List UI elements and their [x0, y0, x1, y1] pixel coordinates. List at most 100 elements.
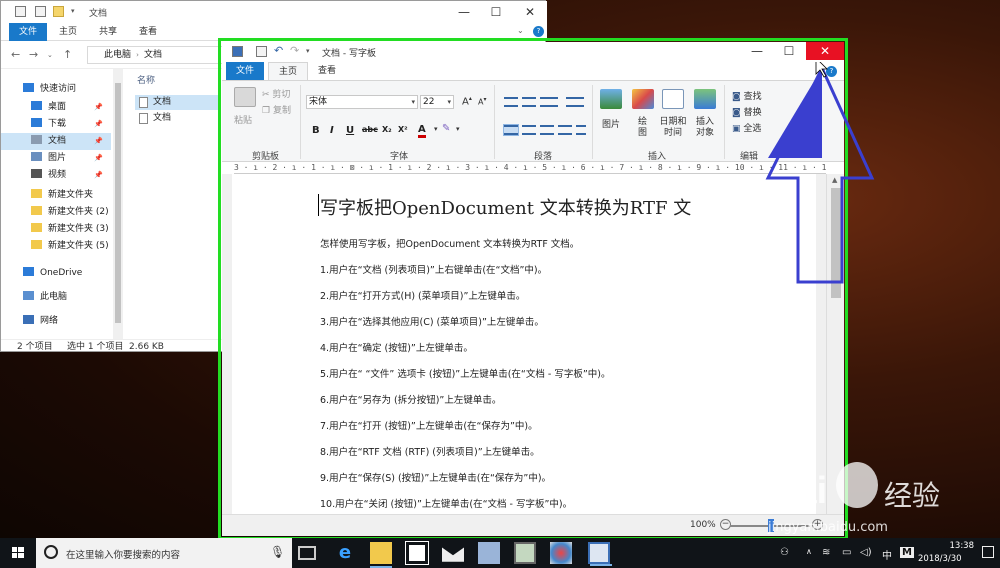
maximize-button[interactable]: ☐	[481, 3, 511, 21]
ime-language[interactable]: 中	[882, 547, 892, 562]
bold-button[interactable]: B	[312, 125, 320, 136]
navigation-pane-scrollbar[interactable]	[113, 69, 123, 339]
line-spacing-icon[interactable]	[566, 97, 584, 107]
align-left-icon[interactable]	[503, 124, 519, 136]
sidebar-item[interactable]: 新建文件夹	[1, 187, 111, 204]
sidebar-item[interactable]: 新建文件夹 (3)	[1, 221, 111, 238]
document-line[interactable]: 7.用户在“打开 (按钮)”上左键单击(在“保存为”中)。	[320, 418, 538, 432]
mail-icon[interactable]	[442, 547, 464, 562]
wifi-icon[interactable]: ≋	[822, 547, 830, 558]
properties-icon[interactable]	[15, 6, 26, 17]
font-family-select[interactable]: 宋体 ▾	[306, 95, 418, 109]
tab-file[interactable]: 文件	[226, 62, 265, 80]
clock-date[interactable]: 2018/3/30	[918, 554, 962, 564]
tab-home[interactable]: 主页	[268, 62, 309, 80]
select-all-button[interactable]: ▣ 全选	[732, 121, 761, 134]
text-color-button[interactable]: A	[418, 125, 426, 138]
cut-button[interactable]: ✂ 剪切	[262, 87, 290, 100]
picture-icon[interactable]	[600, 89, 622, 109]
sidebar-item[interactable]: 桌面 📌	[1, 99, 111, 116]
document-line[interactable]: 9.用户在“保存(S) (按钮)”上左键单击(在“保存为”中)。	[320, 470, 551, 484]
save-icon[interactable]	[256, 46, 267, 57]
breadcrumb-computer[interactable]: 此电脑	[104, 50, 131, 60]
forward-arrow-icon[interactable]: →	[29, 48, 38, 61]
sidebar-item[interactable]: 文档 📌	[1, 133, 111, 150]
sidebar-item[interactable]: 此电脑	[1, 289, 111, 306]
file-list-item[interactable]: 文档	[135, 111, 219, 126]
edge-browser-icon[interactable]: e	[334, 542, 356, 564]
notification-center-icon[interactable]	[982, 546, 994, 558]
tab-view[interactable]: 查看	[129, 23, 167, 41]
sidebar-item[interactable]: 图片 📌	[1, 150, 111, 167]
calendar-clock-icon[interactable]	[662, 89, 684, 109]
help-icon[interactable]: ?	[533, 26, 544, 37]
find-button[interactable]: ◙ 查找	[732, 89, 762, 102]
replace-button[interactable]: ◙ 替换	[732, 105, 762, 118]
tab-view[interactable]: 查看	[308, 62, 346, 80]
sidebar-item[interactable]: 新建文件夹 (5)	[1, 238, 111, 255]
font-size-select[interactable]: 22 ▾	[420, 95, 454, 109]
task-view-icon[interactable]	[298, 546, 316, 560]
justify-icon[interactable]	[558, 125, 572, 135]
ruler[interactable]: 3 · ı · 2 · ı · 1 · ı · ⊠ · ı · 1 · ı · …	[234, 162, 826, 174]
document-line[interactable]: 2.用户在“打开方式(H) (菜单项目)”上左键单击。	[320, 288, 525, 302]
document-line[interactable]: 8.用户在“RTF 文档 (RTF) (列表项目)”上左键单击。	[320, 444, 540, 458]
checkmark-icon[interactable]	[35, 6, 46, 17]
file-explorer-icon[interactable]	[370, 542, 392, 568]
document-line[interactable]: 1.用户在“文档 (列表项目)”上右键单击(在“文档”中)。	[320, 262, 547, 276]
copy-button[interactable]: ❐ 复制	[262, 103, 291, 116]
paste-icon[interactable]	[234, 87, 256, 107]
italic-button[interactable]: I	[330, 125, 334, 136]
insert-datetime-button[interactable]: 日期和时间	[658, 117, 688, 139]
document-title[interactable]: 写字板把OpenDocument 文本转换为RTF 文	[320, 194, 691, 220]
undo-icon[interactable]: ↶	[274, 44, 283, 57]
bullet-list-icon[interactable]	[540, 97, 558, 107]
tab-home[interactable]: 主页	[49, 23, 87, 41]
search-input[interactable]: 在这里输入你要搜索的内容	[66, 547, 180, 561]
sidebar-item[interactable]: 快速访问	[1, 81, 111, 98]
wordpad-app-icon[interactable]	[232, 46, 243, 57]
shrink-font-icon[interactable]: A▾	[478, 96, 487, 107]
subscript-button[interactable]: X₂	[382, 125, 392, 134]
paint-drawing-button[interactable]: 绘图	[638, 117, 650, 139]
sidebar-item[interactable]: 新建文件夹 (2)	[1, 204, 111, 221]
document-line[interactable]: 6.用户在“另存为 (拆分按钮)”上左键单击。	[320, 392, 501, 406]
sidebar-item[interactable]: OneDrive	[1, 265, 111, 282]
increase-indent-icon[interactable]	[522, 97, 536, 107]
network-app-icon[interactable]	[478, 542, 500, 564]
document-line[interactable]: 10.用户在“关闭 (按钮)”上左键单击(在“文档 - 写字板”中)。	[320, 496, 572, 510]
customize-toolbar-icon[interactable]: ▾	[306, 47, 310, 55]
dropdown-arrow-icon[interactable]: ▾	[71, 7, 75, 15]
sidebar-item[interactable]: 视频 📌	[1, 167, 111, 184]
document-line[interactable]: 4.用户在“确定 (按钮)”上左键单击。	[320, 340, 473, 354]
file-list-item[interactable]: 文档	[135, 95, 219, 110]
maximize-button[interactable]: ☐	[774, 42, 804, 60]
insert-picture-button[interactable]: 图片	[602, 117, 620, 130]
ribbon-expand-icon[interactable]: ⌄	[517, 26, 524, 35]
document-line[interactable]: 怎样使用写字板，把OpenDocument 文本转换为RTF 文档。	[320, 236, 579, 250]
show-hidden-icons-icon[interactable]: ∧	[806, 547, 812, 556]
minimize-button[interactable]: —	[449, 3, 479, 21]
sidebar-item[interactable]: 网络	[1, 313, 111, 330]
microphone-icon[interactable]: 🎙	[270, 545, 285, 559]
taskbar-search-box[interactable]: 在这里输入你要搜索的内容 🎙	[36, 538, 292, 568]
strikethrough-button[interactable]: abc	[362, 125, 378, 134]
store-icon[interactable]	[405, 541, 429, 565]
breadcrumb-documents[interactable]: 文档	[144, 50, 162, 60]
align-center-icon[interactable]	[522, 125, 536, 135]
underline-button[interactable]: U	[346, 125, 354, 136]
align-right-icon[interactable]	[540, 125, 554, 135]
dropdown-arrow-icon[interactable]: ▾	[456, 125, 460, 133]
highlighter-icon[interactable]: ✎	[442, 123, 450, 134]
wordpad-app-icon[interactable]	[588, 542, 612, 566]
close-button[interactable]: ✕	[806, 42, 844, 60]
paragraph-settings-icon[interactable]	[576, 125, 586, 135]
grow-font-icon[interactable]: A▴	[462, 95, 472, 107]
minimize-button[interactable]: —	[742, 42, 772, 60]
start-button[interactable]	[0, 538, 36, 568]
volume-icon[interactable]: ◁)	[860, 547, 872, 558]
calculator-app-icon[interactable]	[514, 542, 536, 564]
clock-time[interactable]: 13:38	[928, 541, 975, 551]
back-arrow-icon[interactable]: ←	[11, 48, 20, 61]
insert-object-button[interactable]: 插入对象	[694, 117, 716, 139]
